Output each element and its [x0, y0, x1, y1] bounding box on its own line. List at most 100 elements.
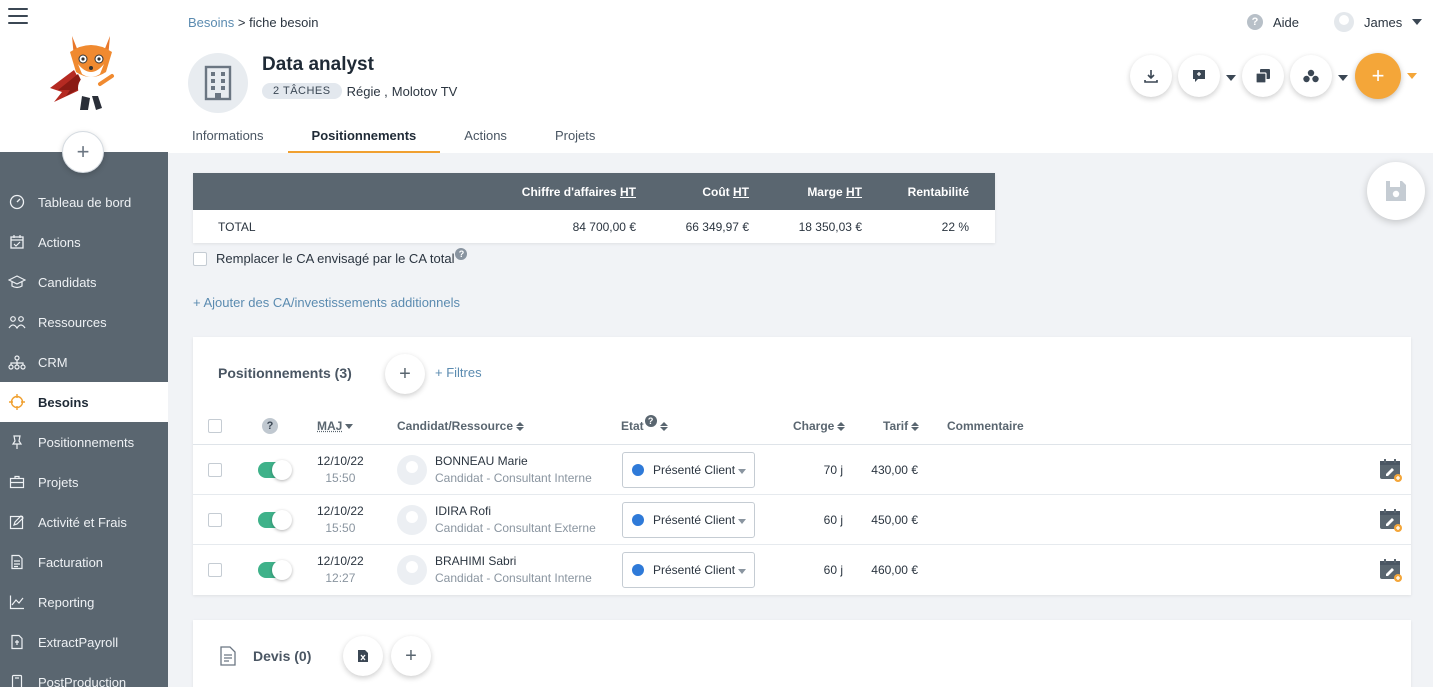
sidebar-item-positionnements[interactable]: Positionnements — [0, 422, 168, 462]
duplicate-button[interactable] — [1242, 55, 1284, 97]
help-icon[interactable]: ? — [644, 415, 657, 427]
tasks-badge[interactable]: 2 TÂCHES — [262, 83, 342, 99]
document-icon — [220, 646, 236, 666]
status-dot — [632, 464, 644, 476]
header-marge: Marge HT — [807, 184, 862, 199]
row-candidate: BONNEAU Marie Candidat - Consultant Inter… — [397, 445, 592, 495]
sidebar-item-crm[interactable]: CRM — [0, 342, 168, 382]
row-tarif: 430,00 € — [871, 463, 918, 477]
chevron-down-icon — [738, 569, 746, 574]
add-dropdown-chevron-icon[interactable] — [1407, 73, 1417, 79]
column-header-candidat[interactable]: Candidat/Ressource — [397, 407, 525, 445]
help-icon[interactable]: ? — [262, 418, 278, 434]
calendar-icon — [8, 233, 26, 251]
sidebar-item-besoins[interactable]: Besoins — [0, 382, 168, 422]
table-header: ? MAJ Candidat/Ressource Etat? Charge Ta… — [193, 407, 1411, 445]
table-row[interactable]: 12/10/22 12:27 BRAHIMI Sabri Candidat - Co… — [193, 545, 1411, 595]
sidebar-item-actions[interactable]: Actions — [0, 222, 168, 262]
sidebar-item-facturation[interactable]: Facturation — [0, 542, 168, 582]
sort-icon — [911, 421, 920, 431]
filters-button[interactable]: + Filtres — [435, 365, 482, 380]
quick-add-button[interactable]: + — [62, 131, 104, 173]
company-name[interactable]: Molotov TV — [392, 84, 458, 99]
row-checkbox[interactable] — [208, 463, 222, 477]
help-link[interactable]: ? Aide — [1247, 14, 1299, 30]
hamburger-menu-icon[interactable] — [8, 8, 28, 26]
tab-positionnements[interactable]: Positionnements — [287, 118, 441, 153]
add-devis-button[interactable]: + — [391, 636, 431, 676]
help-icon[interactable]: ? — [455, 247, 468, 260]
building-icon — [188, 53, 248, 113]
table-row[interactable]: 12/10/22 15:50 IDIRA Rofi Candidat - Consu… — [193, 495, 1411, 545]
row-toggle[interactable] — [258, 560, 292, 580]
breadcrumb: Besoins > fiche besoin — [188, 15, 318, 30]
sidebar-item-ressources[interactable]: Ressources — [0, 302, 168, 342]
crosshair-icon — [8, 393, 26, 411]
sidebar-item-reporting[interactable]: Reporting — [0, 582, 168, 622]
graduation-cap-icon — [8, 273, 26, 291]
add-ca-link[interactable]: + Ajouter des CA/investissements additio… — [193, 295, 460, 310]
sidebar-item-postproduction[interactable]: PostProduction — [0, 662, 168, 687]
sidebar-item-candidats[interactable]: Candidats — [0, 262, 168, 302]
column-header-charge[interactable]: Charge — [793, 407, 846, 445]
share-dropdown-chevron-icon[interactable] — [1338, 75, 1348, 81]
edit-calendar-icon[interactable] — [1379, 545, 1403, 595]
header-chiffre-affaires: Chiffre d'affaires HT — [521, 184, 636, 199]
sidebar-item-label: Actions — [38, 234, 81, 250]
chevron-down-icon — [738, 519, 746, 524]
chevron-down-icon — [1412, 19, 1423, 25]
tab-informations[interactable]: Informations — [168, 118, 288, 153]
candidate-name[interactable]: IDIRA Rofi — [435, 503, 596, 520]
totals-header: Chiffre d'affaires HT Coût HT Marge HT R… — [193, 173, 995, 210]
comment-button[interactable] — [1178, 55, 1220, 97]
people-icon — [8, 313, 26, 331]
positionnements-title: Positionnements (3) — [218, 365, 352, 381]
add-button[interactable]: + — [1355, 53, 1401, 99]
row-toggle[interactable] — [258, 460, 292, 480]
save-button[interactable] — [1367, 162, 1425, 220]
row-select-cell — [208, 495, 222, 545]
user-menu[interactable]: James — [1334, 12, 1423, 32]
candidate-name[interactable]: BRAHIMI Sabri — [435, 553, 592, 570]
table-row[interactable]: 12/10/22 15:50 BONNEAU Marie Candidat - Co… — [193, 445, 1411, 495]
row-maj: 12/10/22 15:50 — [317, 504, 364, 535]
replace-ca-checkbox[interactable] — [193, 251, 207, 266]
copy-icon — [1255, 69, 1270, 84]
comment-dropdown-chevron-icon[interactable] — [1226, 75, 1236, 81]
row-checkbox[interactable] — [208, 513, 222, 527]
column-header-maj[interactable]: MAJ — [317, 407, 354, 445]
edit-calendar-icon[interactable] — [1379, 445, 1403, 495]
etat-select[interactable]: Présenté Client — [622, 502, 755, 538]
breadcrumb-link-besoins[interactable]: Besoins — [188, 15, 234, 30]
sidebar-item-extractpayroll[interactable]: ExtractPayroll — [0, 622, 168, 662]
tab-actions[interactable]: Actions — [440, 118, 531, 153]
extract-icon — [8, 633, 26, 651]
device-icon — [8, 673, 26, 687]
avatar — [397, 505, 427, 535]
sidebar-item-tableau-de-bord[interactable]: Tableau de bord — [0, 182, 168, 222]
avatar — [397, 455, 427, 485]
column-header-tarif[interactable]: Tarif — [883, 407, 920, 445]
sidebar-item-projets[interactable]: Projets — [0, 462, 168, 502]
column-header-etat[interactable]: Etat? — [621, 407, 668, 445]
candidate-name[interactable]: BONNEAU Marie — [435, 453, 592, 470]
etat-select[interactable]: Présenté Client — [622, 452, 755, 488]
select-all-checkbox[interactable] — [208, 419, 222, 433]
etat-select[interactable]: Présenté Client — [622, 552, 755, 588]
row-toggle[interactable] — [258, 510, 292, 530]
row-select-cell — [208, 445, 222, 495]
tab-projets[interactable]: Projets — [531, 118, 619, 153]
download-button[interactable] — [1130, 55, 1172, 97]
row-candidate: IDIRA Rofi Candidat - Consultant Externe — [397, 495, 596, 545]
chart-line-icon — [8, 593, 26, 611]
sort-icon — [837, 421, 846, 431]
edit-calendar-icon[interactable] — [1379, 495, 1403, 545]
export-devis-button[interactable] — [343, 636, 383, 676]
add-positionnement-button[interactable]: + — [385, 354, 425, 394]
row-charge: 60 j — [823, 563, 843, 577]
share-button[interactable] — [1290, 55, 1332, 97]
row-checkbox[interactable] — [208, 563, 222, 577]
sidebar-item-activite-et-frais[interactable]: Activité et Frais — [0, 502, 168, 542]
positionnements-card: Positionnements (3) + + Filtres ? MAJ Ca… — [193, 337, 1411, 595]
total-cout: 66 349,97 € — [685, 219, 749, 234]
